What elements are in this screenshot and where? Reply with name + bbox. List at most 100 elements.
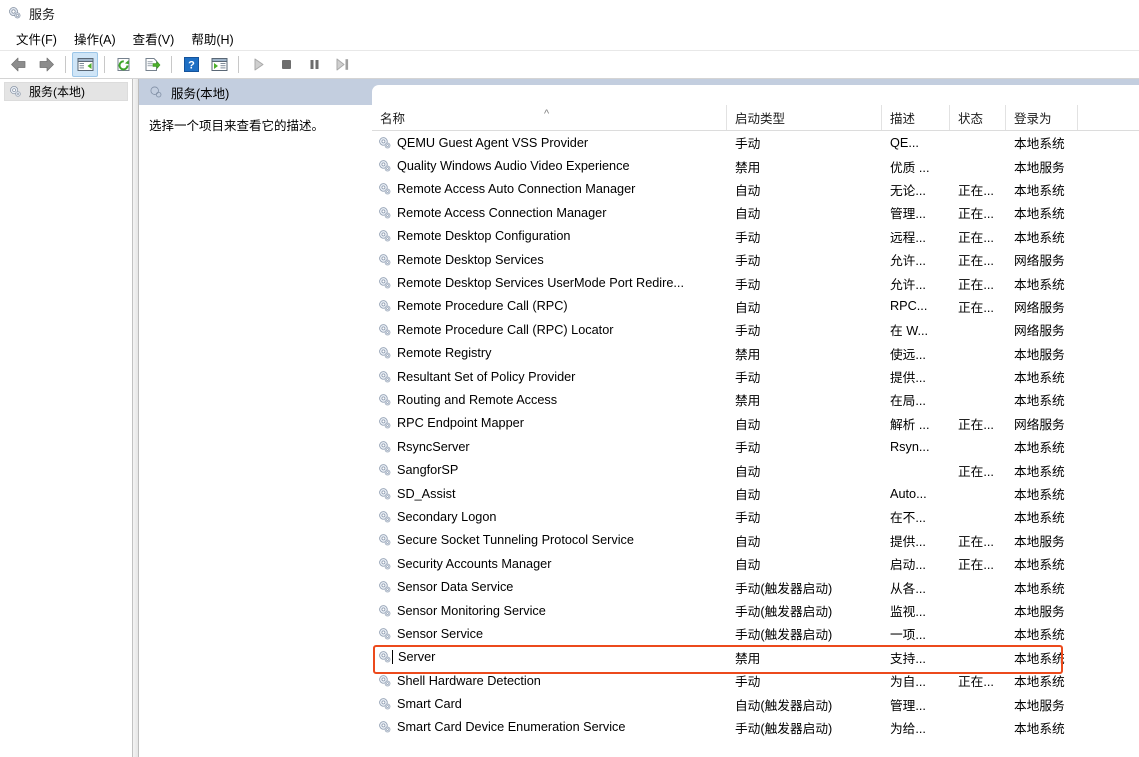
service-gear-icon — [378, 674, 392, 688]
description-panel-title: 服务(本地) — [171, 86, 230, 101]
help-icon[interactable]: ? — [178, 52, 204, 77]
table-row[interactable]: Quality Windows Audio Video Experience 禁用… — [372, 154, 1139, 177]
column-header-startup-type[interactable]: 启动类型 — [727, 105, 882, 130]
refresh-icon[interactable] — [111, 52, 137, 77]
services-gear-icon — [149, 85, 163, 99]
start-service-icon[interactable] — [245, 52, 271, 77]
cell-service-name: Resultant Set of Policy Provider — [372, 370, 727, 384]
cell-service-name: Smart Card Device Enumeration Service — [372, 720, 727, 734]
table-row[interactable]: Remote Access Auto Connection Manager 自动 无… — [372, 178, 1139, 201]
back-arrow-icon[interactable] — [5, 52, 31, 77]
cell-description: 解析 ... — [890, 417, 930, 432]
cell-logon-as: 本地系统 — [1014, 675, 1065, 690]
column-header-logon-as[interactable]: 登录为 — [1006, 105, 1078, 130]
cell-status: 正在... — [958, 277, 994, 292]
cell-logon-as: 本地系统 — [1014, 511, 1065, 526]
cell-startup-type: 手动 — [735, 371, 761, 386]
table-row[interactable]: Shell Hardware Detection 手动 为自... 正在... 本地系统 — [372, 669, 1139, 692]
pause-service-icon[interactable] — [301, 52, 327, 77]
service-name-text: Remote Procedure Call (RPC) — [397, 299, 568, 314]
cell-startup-type: 手动 — [735, 441, 761, 456]
cell-description: 允许... — [890, 277, 926, 292]
table-row[interactable] — [372, 739, 1139, 757]
menu-file[interactable]: 文件(F) — [8, 26, 66, 51]
table-row[interactable]: Remote Registry 禁用 使远... 本地服务 — [372, 342, 1139, 365]
cell-status: 正在... — [958, 254, 994, 269]
table-row[interactable]: Sensor Monitoring Service 手动(触发器启动) 监视... 本… — [372, 599, 1139, 622]
cell-service-name: Remote Procedure Call (RPC) Locator — [372, 323, 727, 337]
column-header-startup-type-label: 启动类型 — [735, 112, 786, 126]
service-gear-icon — [378, 229, 392, 243]
table-row[interactable]: Smart Card Device Enumeration Service 手动(… — [372, 716, 1139, 739]
tree-item-services-local[interactable]: 服务(本地) — [4, 82, 128, 101]
table-row[interactable]: RPC Endpoint Mapper 自动 解析 ... 正在... 网络服务 — [372, 412, 1139, 435]
table-row[interactable]: Remote Desktop Services UserMode Port Re… — [372, 271, 1139, 294]
menu-view[interactable]: 查看(V) — [125, 26, 184, 51]
description-panel-text: 选择一个项目来查看它的描述。 — [149, 119, 325, 133]
cell-status: 正在... — [958, 183, 994, 198]
column-header-status[interactable]: 状态 — [950, 105, 1006, 130]
restart-service-icon[interactable] — [329, 52, 355, 77]
cell-logon-as: 本地服务 — [1014, 698, 1065, 713]
table-row[interactable]: SangforSP 自动 正在... 本地系统 — [372, 458, 1139, 481]
cell-logon-as: 本地系统 — [1014, 230, 1065, 245]
services-list-panel: 名称 ^ 启动类型 描述 状态 登录为 QEMU Guest Agent VSS… — [372, 79, 1139, 757]
list-tab-standard[interactable] — [372, 85, 1139, 105]
cell-startup-type: 自动 — [735, 488, 761, 503]
table-row[interactable]: SD_Assist 自动 Auto... 本地系统 — [372, 482, 1139, 505]
cell-startup-type: 自动 — [735, 464, 761, 479]
table-row[interactable]: Sensor Service 手动(触发器启动) 一项... 本地系统 — [372, 622, 1139, 645]
service-name-text: Smart Card — [397, 697, 462, 712]
table-row[interactable]: Remote Procedure Call (RPC) Locator 手动 在 W… — [372, 318, 1139, 341]
table-row[interactable]: Sensor Data Service 手动(触发器启动) 从各... 本地系统 — [372, 575, 1139, 598]
cell-description: 在 W... — [890, 324, 929, 339]
column-header-description-label: 描述 — [890, 112, 916, 126]
table-row[interactable]: RsyncServer 手动 Rsyn... 本地系统 — [372, 435, 1139, 458]
cell-startup-type: 禁用 — [735, 651, 761, 666]
service-name-text: Sensor Service — [397, 626, 484, 641]
cell-status: 正在... — [958, 230, 994, 245]
menu-help[interactable]: 帮助(H) — [183, 26, 242, 51]
table-row[interactable]: QEMU Guest Agent VSS Provider 手动 QE... 本地系统 — [372, 131, 1139, 154]
cell-logon-as: 本地服务 — [1014, 605, 1065, 619]
menu-action[interactable]: 操作(A) — [66, 26, 125, 51]
table-row[interactable]: Remote Procedure Call (RPC) 自动 RPC... 正在...… — [372, 295, 1139, 318]
cell-startup-type: 手动 — [735, 254, 761, 269]
forward-arrow-icon[interactable] — [33, 52, 59, 77]
table-row[interactable]: Resultant Set of Policy Provider 手动 提供... 本… — [372, 365, 1139, 388]
cell-logon-as: 网络服务 — [1014, 300, 1065, 315]
service-gear-icon — [378, 323, 392, 337]
cell-service-name: Sensor Service — [372, 627, 727, 641]
table-row[interactable]: Remote Desktop Configuration 手动 远程... 正在...… — [372, 225, 1139, 248]
table-row[interactable]: Secondary Logon 手动 在不... 本地系统 — [372, 505, 1139, 528]
stop-service-icon[interactable] — [273, 52, 299, 77]
cell-startup-type: 自动 — [735, 207, 761, 222]
service-name-text: QEMU Guest Agent VSS Provider — [397, 135, 589, 150]
cell-logon-as: 本地系统 — [1014, 137, 1065, 152]
table-row[interactable]: Smart Card 自动(触发器启动) 管理... 本地服务 — [372, 692, 1139, 715]
table-row[interactable]: Routing and Remote Access 禁用 在局... 本地系统 — [372, 388, 1139, 411]
cell-startup-type: 手动 — [735, 137, 761, 152]
services-list-body[interactable]: QEMU Guest Agent VSS Provider 手动 QE... 本地系统… — [372, 131, 1139, 757]
show-action-pane-icon[interactable] — [206, 52, 232, 77]
cell-service-name: Routing and Remote Access — [372, 393, 727, 407]
tree-item-label: 服务(本地) — [29, 85, 85, 99]
service-name-text: SD_Assist — [397, 486, 456, 501]
show-hide-tree-icon[interactable] — [72, 52, 98, 77]
table-row[interactable]: Remote Access Connection Manager 自动 管理... 正… — [372, 201, 1139, 224]
svg-text:?: ? — [188, 60, 195, 72]
cell-startup-type: 禁用 — [735, 394, 761, 409]
cell-service-name: RsyncServer — [372, 440, 727, 454]
export-list-icon[interactable] — [139, 52, 165, 77]
cell-description: 支持... — [890, 651, 926, 666]
cell-logon-as: 本地系统 — [1014, 441, 1065, 456]
service-gear-icon — [378, 346, 392, 360]
table-row[interactable]: Remote Desktop Services 手动 允许... 正在... 网络服务 — [372, 248, 1139, 271]
table-row[interactable]: Security Accounts Manager 自动 启动... 正在... 本地系… — [372, 552, 1139, 575]
column-header-description[interactable]: 描述 — [882, 105, 950, 130]
column-header-name[interactable]: 名称 ^ — [372, 105, 727, 130]
cell-logon-as: 本地系统 — [1014, 371, 1065, 386]
description-panel-header: 服务(本地) — [139, 79, 372, 105]
table-row[interactable]: Secure Socket Tunneling Protocol Service… — [372, 529, 1139, 552]
table-row[interactable]: Server 禁用 支持... 本地系统 — [372, 646, 1139, 669]
